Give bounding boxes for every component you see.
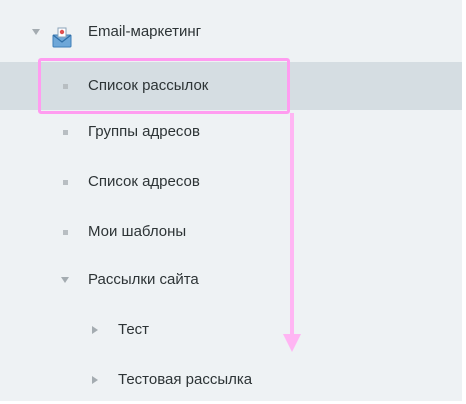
tree-item-test[interactable]: Тест: [0, 306, 462, 354]
bullet-icon: [63, 130, 68, 135]
tree-item-test-mailing[interactable]: Тестовая рассылка: [0, 356, 462, 404]
bullet-icon: [63, 180, 68, 185]
tree-item-label: Список адресов: [88, 173, 200, 190]
mail-icon: [51, 21, 73, 48]
tree-item-label: Рассылки сайта: [88, 271, 199, 288]
tree-item-address-list[interactable]: Список адресов: [0, 158, 462, 206]
annotation-arrow-head: [283, 334, 301, 352]
bullet-icon: [63, 230, 68, 235]
tree-item-address-groups[interactable]: Группы адресов: [0, 108, 462, 156]
tree-item-email-marketing[interactable]: Email-маркетинг: [0, 8, 462, 56]
annotation-arrow-line: [290, 113, 294, 335]
tree-item-label: Тестовая рассылка: [118, 371, 253, 388]
annotation-highlight-box: [38, 58, 290, 114]
tree-item-my-templates[interactable]: Мои шаблоны: [0, 208, 462, 256]
tree-item-site-mailings[interactable]: Рассылки сайта: [0, 256, 462, 304]
chevron-down-icon[interactable]: [32, 29, 40, 35]
tree-item-label: Группы адресов: [88, 123, 200, 140]
chevron-down-icon[interactable]: [61, 277, 69, 283]
tree-item-label: Мои шаблоны: [88, 223, 187, 240]
tree-item-label: Email-маркетинг: [88, 23, 202, 40]
chevron-right-icon[interactable]: [92, 376, 98, 384]
chevron-right-icon[interactable]: [92, 326, 98, 334]
tree-item-label: Тест: [118, 321, 150, 338]
